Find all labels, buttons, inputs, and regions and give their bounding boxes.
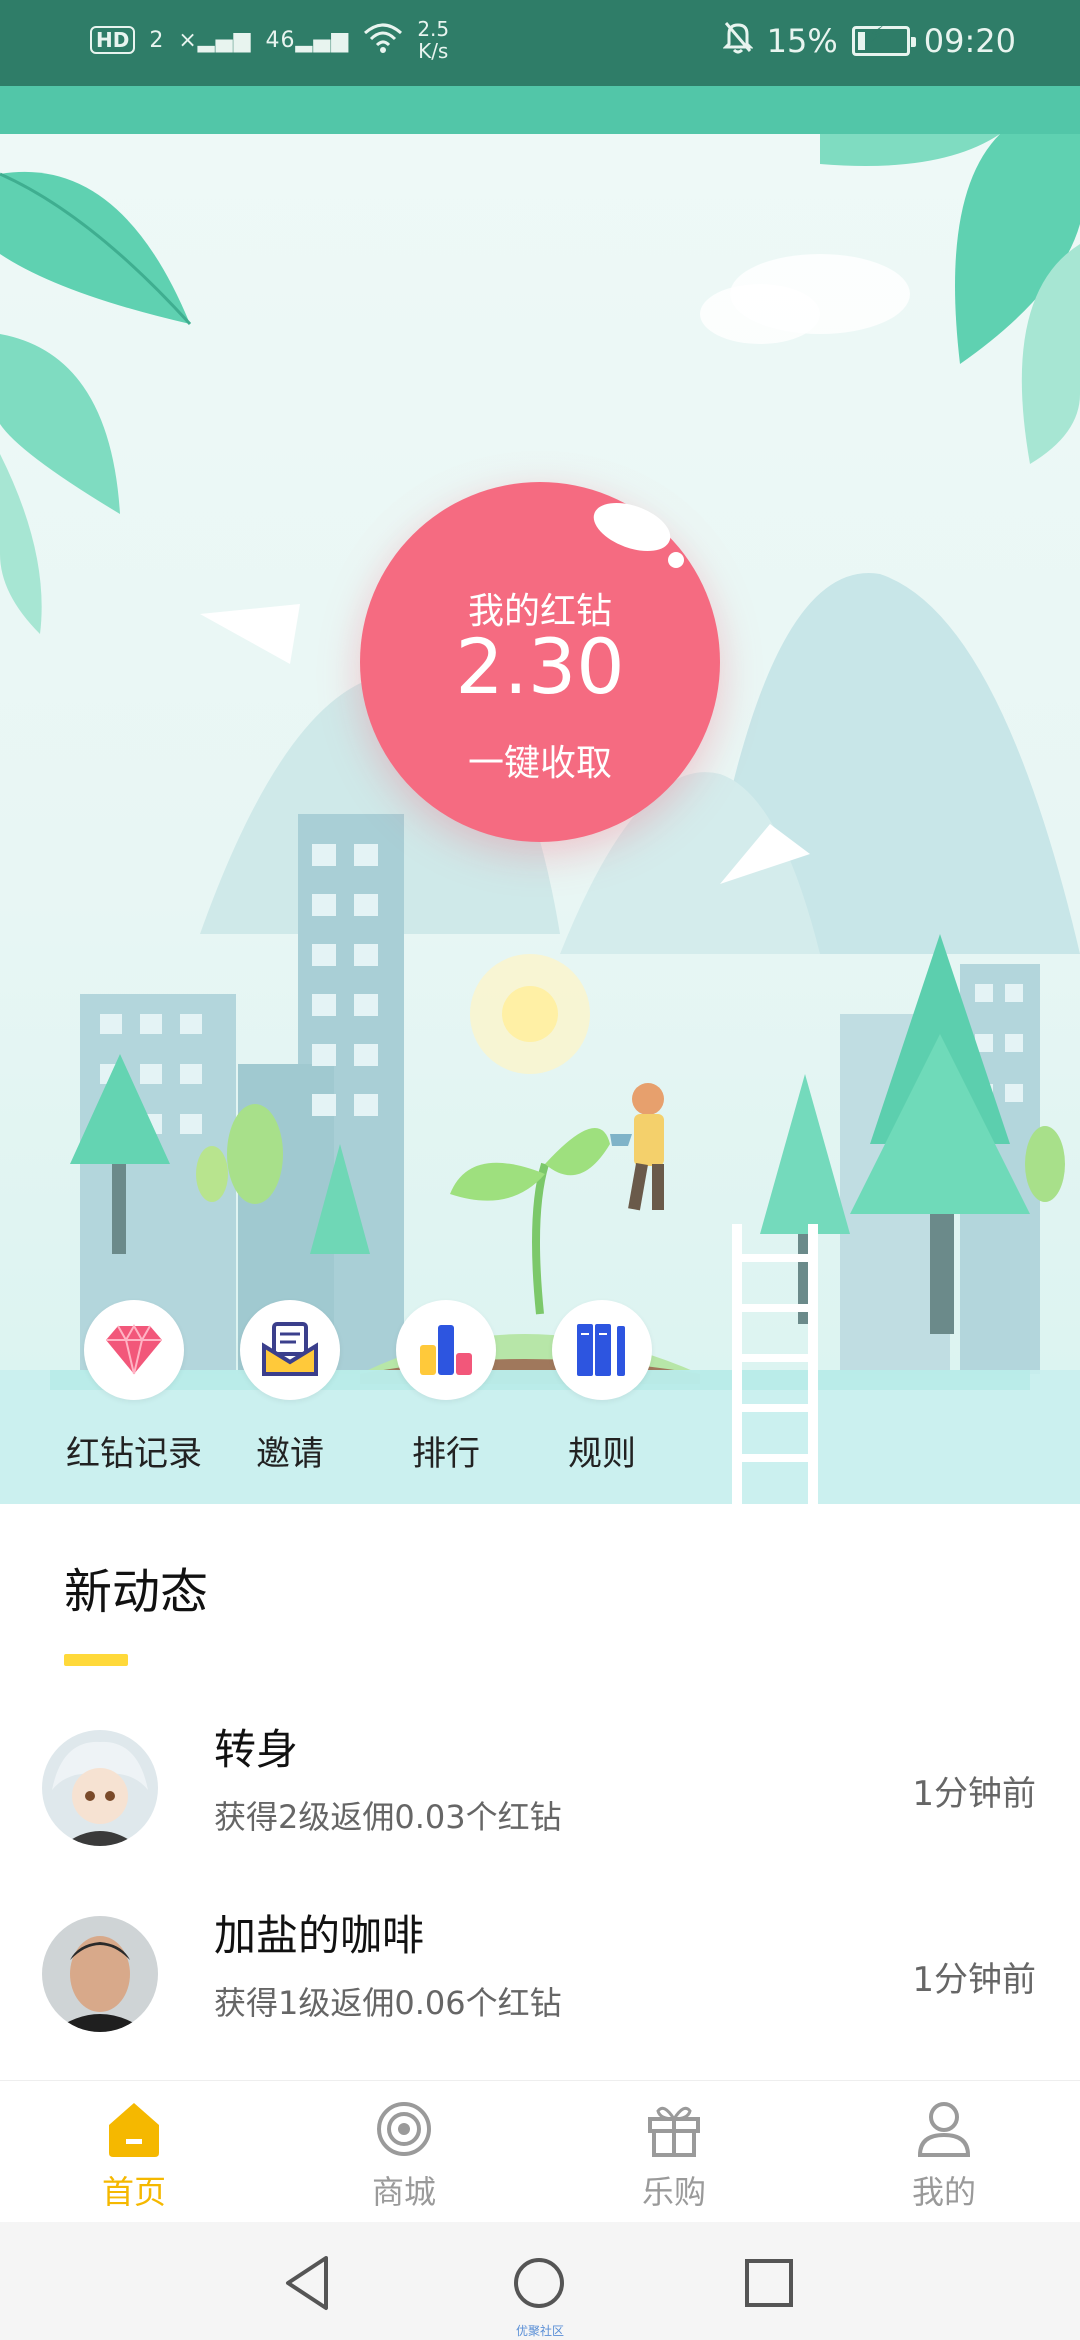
wifi-icon — [363, 21, 403, 60]
tab-label: 商城 — [371, 2173, 436, 2211]
target-icon[interactable] — [304, 2095, 504, 2157]
action-invite[interactable]: 邀请 — [210, 1300, 370, 1475]
diamond-icon[interactable] — [84, 1300, 184, 1400]
network-speed: 2.5 K/s — [417, 17, 450, 63]
clock: 09:20 — [923, 22, 1016, 60]
activity-feed: 新动态 转身 获得2级返佣0.03个红钻 1分钟前 加盐的咖啡 获得1级返佣0.… — [0, 1504, 1080, 2080]
tab-label: 乐购 — [641, 2173, 706, 2211]
balance-value: 2.30 — [455, 622, 625, 711]
tab-label: 我的 — [911, 2173, 976, 2211]
bell-muted-icon — [722, 20, 754, 62]
hd-indicator: HD — [90, 26, 136, 54]
tab-home[interactable]: 首页 — [34, 2095, 234, 2213]
header-strip — [0, 86, 1080, 134]
tab-mall[interactable]: 商城 — [304, 2095, 504, 2213]
back-icon[interactable] — [274, 2248, 344, 2318]
battery-fill — [857, 32, 865, 50]
tab-shopping[interactable]: 乐购 — [574, 2095, 774, 2213]
tab-me[interactable]: 我的 — [844, 2095, 1044, 2213]
home-icon[interactable] — [34, 2095, 234, 2157]
orb-highlight-dot — [668, 552, 684, 568]
action-rules[interactable]: 规则 — [522, 1300, 682, 1475]
home-button-icon[interactable] — [504, 2248, 574, 2318]
watermark: 优聚社区 — [515, 2324, 564, 2338]
action-diamond-records[interactable]: 红钻记录 — [54, 1300, 214, 1475]
status-bar: HD 2 ×▂▄▆ 46▂▄▆ 2.5 K/s 15% ⚡ 09:20 — [0, 0, 1080, 86]
sim-indicator: 2 — [149, 27, 165, 53]
avatar[interactable] — [42, 1916, 158, 2032]
signal-icon: ×▂▄▆ — [178, 27, 252, 53]
action-label: 规则 — [568, 1434, 636, 1474]
tab-label: 首页 — [101, 2173, 166, 2211]
hero-illustration: 我的红钻 2.30 一键收取 — [0, 134, 1080, 1504]
avatar[interactable] — [42, 1730, 158, 1846]
action-ranking[interactable]: 排行 — [366, 1300, 526, 1475]
system-nav-bar: 优聚社区 — [0, 2222, 1080, 2340]
battery-icon: ⚡ — [851, 23, 916, 56]
feed-description: 获得1级返佣0.06个红钻 — [214, 1984, 562, 2022]
feed-title-underline — [64, 1654, 128, 1666]
feed-item[interactable]: 加盐的咖啡 获得1级返佣0.06个红钻 1分钟前 — [0, 1894, 1080, 2054]
red-diamond-balance[interactable]: 我的红钻 2.30 一键收取 — [360, 482, 720, 842]
charging-icon: ⚡ — [868, 23, 885, 48]
feed-time: 1分钟前 — [912, 1960, 1036, 2000]
feed-item[interactable]: 转身 获得2级返佣0.03个红钻 1分钟前 — [0, 1708, 1080, 1868]
battery-percent: 15% — [766, 22, 838, 60]
recents-icon[interactable] — [734, 2248, 804, 2318]
feed-title: 新动态 — [64, 1564, 209, 1620]
action-label: 排行 — [412, 1434, 480, 1474]
envelope-icon[interactable] — [240, 1300, 340, 1400]
feed-user-name: 加盐的咖啡 — [214, 1911, 425, 1960]
gift-icon[interactable] — [574, 2095, 774, 2157]
feed-user-name: 转身 — [214, 1725, 299, 1774]
bottom-tab-bar: 首页 商城 乐购 我的 — [0, 2080, 1080, 2222]
feed-time: 1分钟前 — [912, 1774, 1036, 1814]
collect-all-button[interactable]: 一键收取 — [360, 734, 720, 786]
feed-description: 获得2级返佣0.03个红钻 — [214, 1798, 562, 1836]
action-label: 红钻记录 — [66, 1434, 202, 1474]
signal-4g-icon: 46▂▄▆ — [265, 27, 350, 53]
person-icon[interactable] — [844, 2095, 1044, 2157]
bar-chart-icon[interactable] — [396, 1300, 496, 1400]
action-label: 邀请 — [256, 1434, 324, 1474]
books-icon[interactable] — [552, 1300, 652, 1400]
quick-actions: 红钻记录 邀请 排行 规则 — [60, 1300, 700, 1500]
